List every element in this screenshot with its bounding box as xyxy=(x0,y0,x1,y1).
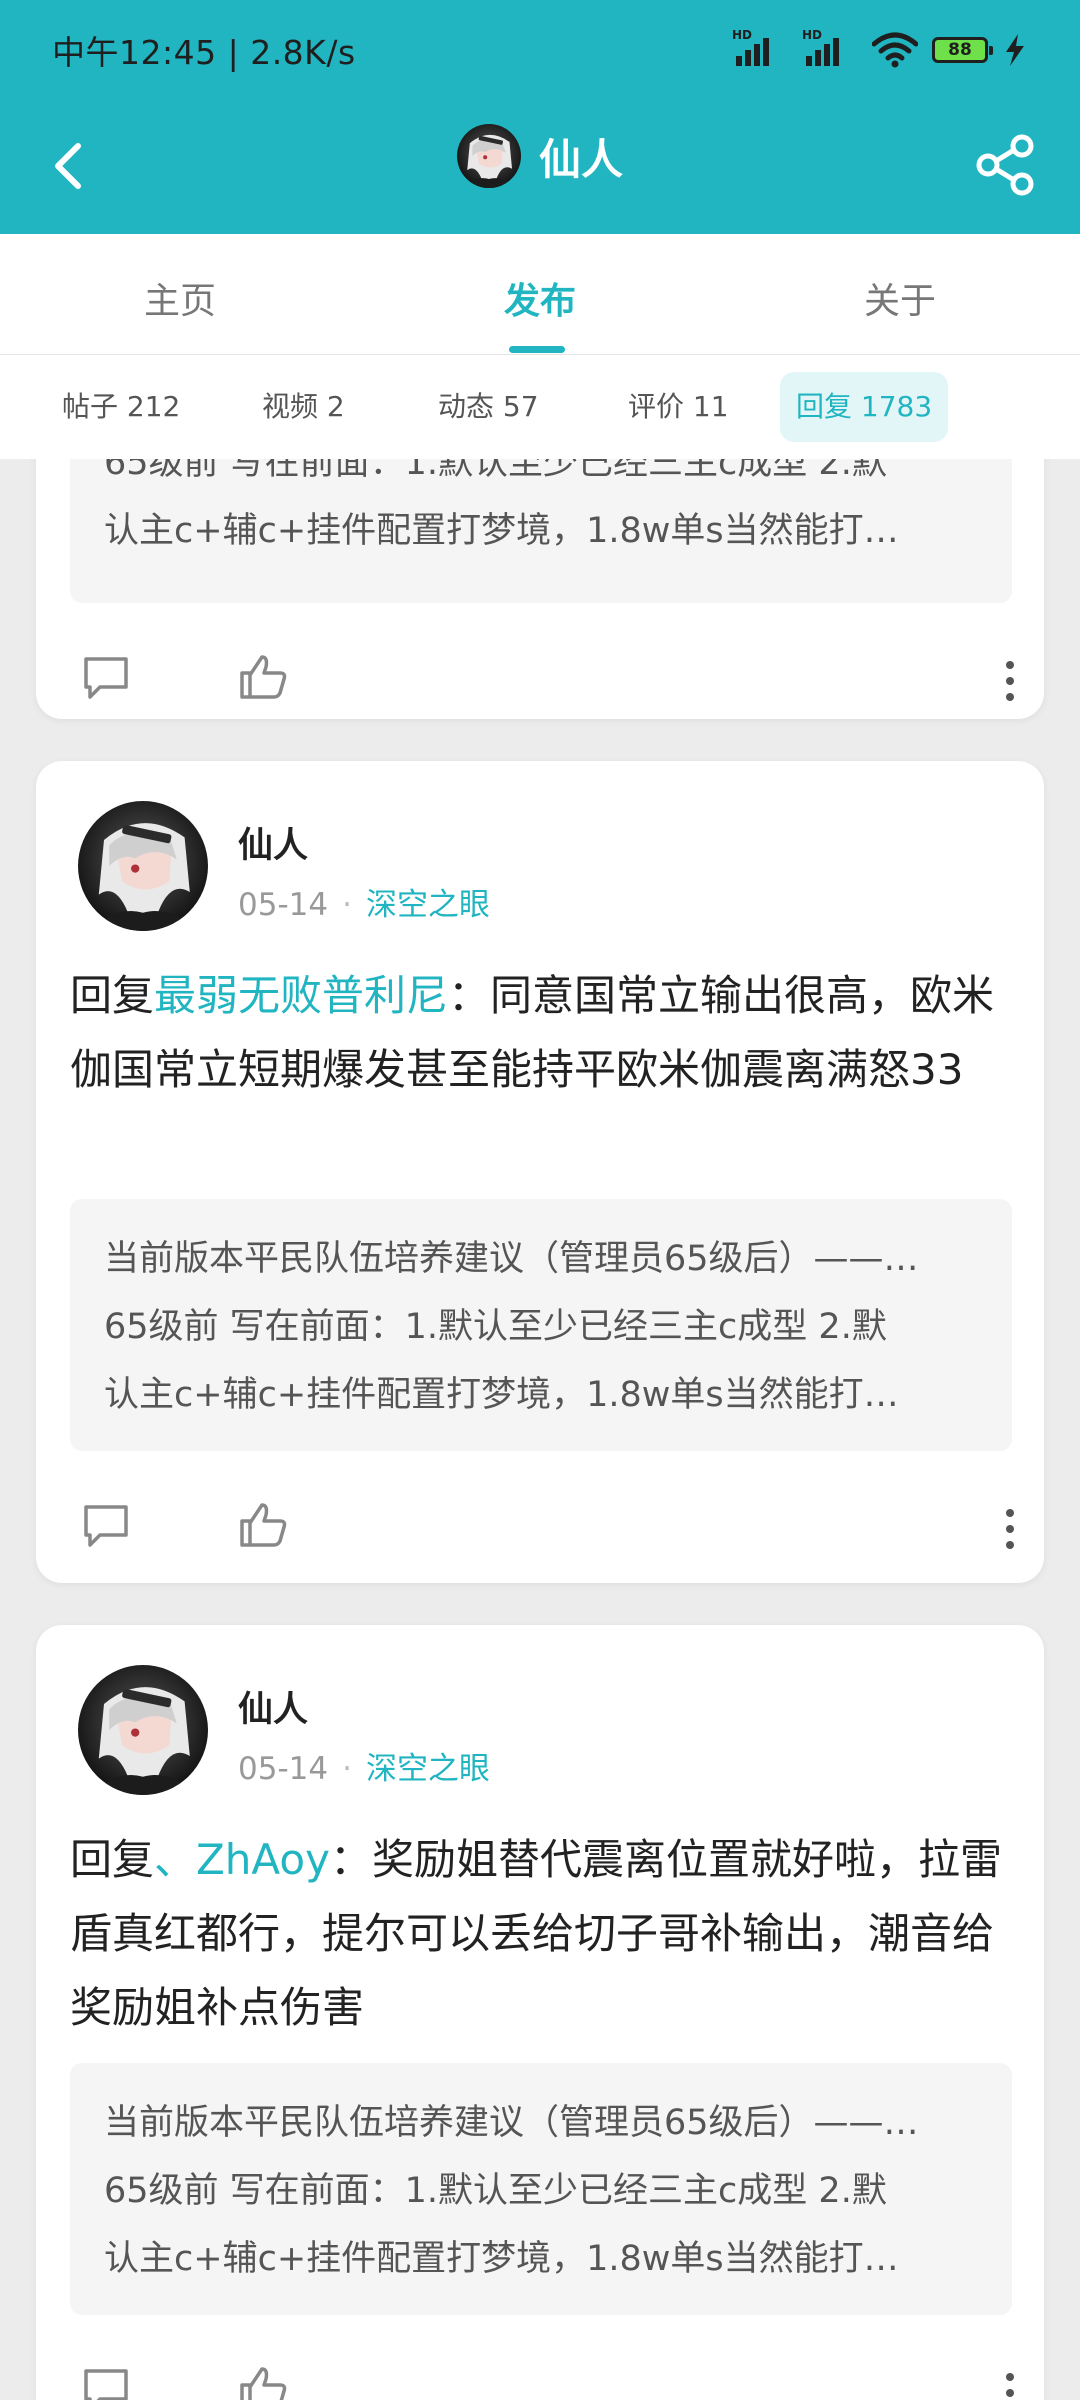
card-actions xyxy=(36,1487,1044,1567)
avatar[interactable] xyxy=(78,801,208,931)
status-bar: 中午12:45 | 2.8K/s HD HD 88 xyxy=(0,0,1080,98)
signal-icon: HD xyxy=(802,28,858,70)
subtab-threads[interactable]: 帖子 212 xyxy=(62,372,180,442)
quote-line: 认主c+辅c+挂件配置打梦境，1.8w单s当然能打… xyxy=(104,1375,899,1415)
status-time: 中午12:45 | 2.8K/s xyxy=(52,33,356,72)
avatar[interactable] xyxy=(457,124,521,188)
post-meta: 05-14 · 深空之眼 xyxy=(238,1743,490,1788)
like-icon[interactable] xyxy=(236,1497,292,1553)
subtab-replies[interactable]: 回复 1783 xyxy=(780,372,949,442)
quoted-post[interactable]: 当前版本平民队伍培养建议（管理员65级后）——… 65级前 写在前面：1.默认至… xyxy=(70,1199,1012,1451)
post-date: 05-14 xyxy=(238,887,329,923)
meta-separator: · xyxy=(342,1751,352,1787)
like-icon[interactable] xyxy=(236,649,292,705)
quote-line: 65级前 写在前面：1.默认至少已经三主c成型 2.默 xyxy=(104,459,887,483)
quote-line: 65级前 写在前面：1.默认至少已经三主c成型 2.默 xyxy=(104,1307,887,1347)
forum-link[interactable]: 深空之眼 xyxy=(366,1751,490,1787)
like-icon[interactable] xyxy=(236,2361,292,2400)
reply-prefix: 回复 xyxy=(70,971,155,1020)
mention-link[interactable]: 、ZhAoy xyxy=(154,1835,330,1884)
subtab-reviews[interactable]: 评价 11 xyxy=(628,372,729,442)
sub-tabs: 帖子 212 视频 2 动态 57 评价 11 回复 1783 xyxy=(0,355,1080,459)
card-actions xyxy=(36,2351,1044,2400)
quote-line: 认主c+辅c+挂件配置打梦境，1.8w单s当然能打… xyxy=(104,2239,899,2279)
active-tab-indicator xyxy=(509,346,565,353)
status-icons: HD HD 88 xyxy=(732,28,1028,70)
reply-card[interactable]: 65级前 写在前面：1.默认至少已经三主c成型 2.默 认主c+辅c+挂件配置打… xyxy=(36,459,1044,719)
more-options-icon[interactable] xyxy=(1004,659,1016,703)
reply-content[interactable]: 回复、ZhAoy：奖励姐替代震离位置就好啦，拉雷盾真红都行，提尔可以丢给切子哥补… xyxy=(70,1823,1020,2045)
avatar[interactable] xyxy=(78,1665,208,1795)
more-options-icon[interactable] xyxy=(1004,1507,1016,1551)
forum-link[interactable]: 深空之眼 xyxy=(366,887,490,923)
tab-about[interactable]: 关于 xyxy=(800,272,1000,324)
reply-card[interactable]: 仙人 05-14 · 深空之眼 回复、ZhAoy：奖励姐替代震离位置就好啦，拉雷盾真… xyxy=(36,1625,1044,2400)
quoted-post[interactable]: 65级前 写在前面：1.默认至少已经三主c成型 2.默 认主c+辅c+挂件配置打… xyxy=(70,459,1012,603)
meta-separator: · xyxy=(342,887,352,923)
title-bar: 仙人 xyxy=(0,98,1080,234)
page-title: 仙人 xyxy=(538,134,623,184)
signal-icon: HD xyxy=(732,28,788,70)
tab-posts[interactable]: 发布 xyxy=(440,272,640,324)
quote-line: 认主c+辅c+挂件配置打梦境，1.8w单s当然能打… xyxy=(104,511,899,551)
reply-list[interactable]: 65级前 写在前面：1.默认至少已经三主c成型 2.默 认主c+辅c+挂件配置打… xyxy=(0,459,1080,2400)
quote-line: 65级前 写在前面：1.默认至少已经三主c成型 2.默 xyxy=(104,2171,887,2211)
comment-icon[interactable] xyxy=(78,1497,134,1553)
card-actions xyxy=(36,639,1044,719)
username[interactable]: 仙人 xyxy=(238,817,308,868)
quoted-post[interactable]: 当前版本平民队伍培养建议（管理员65级后）——… 65级前 写在前面：1.默认至… xyxy=(70,2063,1012,2315)
more-options-icon[interactable] xyxy=(1004,2371,1016,2400)
quote-line: 当前版本平民队伍培养建议（管理员65级后）——… xyxy=(104,2103,919,2143)
charging-icon xyxy=(1006,34,1024,66)
title-group[interactable]: 仙人 xyxy=(0,124,1080,188)
subtab-videos[interactable]: 视频 2 xyxy=(262,372,345,442)
post-date: 05-14 xyxy=(238,1751,329,1787)
battery-icon: 88 xyxy=(932,37,993,63)
subtab-moments[interactable]: 动态 57 xyxy=(438,372,539,442)
mention-link[interactable]: 最弱无败普利尼 xyxy=(154,971,448,1020)
quote-line: 当前版本平民队伍培养建议（管理员65级后）——… xyxy=(104,1239,919,1279)
reply-card[interactable]: 仙人 05-14 · 深空之眼 回复最弱无败普利尼：同意国常立输出很高，欧米伽国常立… xyxy=(36,761,1044,1583)
battery-level: 88 xyxy=(948,40,972,60)
wifi-icon xyxy=(872,32,918,68)
reply-content[interactable]: 回复最弱无败普利尼：同意国常立输出很高，欧米伽国常立短期爆发甚至能持平欧米伽震离… xyxy=(70,959,1020,1107)
comment-icon[interactable] xyxy=(78,649,134,705)
username[interactable]: 仙人 xyxy=(238,1681,308,1732)
main-tabs: 主页 发布 关于 xyxy=(0,234,1080,355)
post-meta: 05-14 · 深空之眼 xyxy=(238,879,490,924)
tab-home[interactable]: 主页 xyxy=(80,272,280,324)
comment-icon[interactable] xyxy=(78,2361,134,2400)
reply-prefix: 回复 xyxy=(70,1835,155,1884)
share-icon[interactable] xyxy=(970,130,1040,200)
